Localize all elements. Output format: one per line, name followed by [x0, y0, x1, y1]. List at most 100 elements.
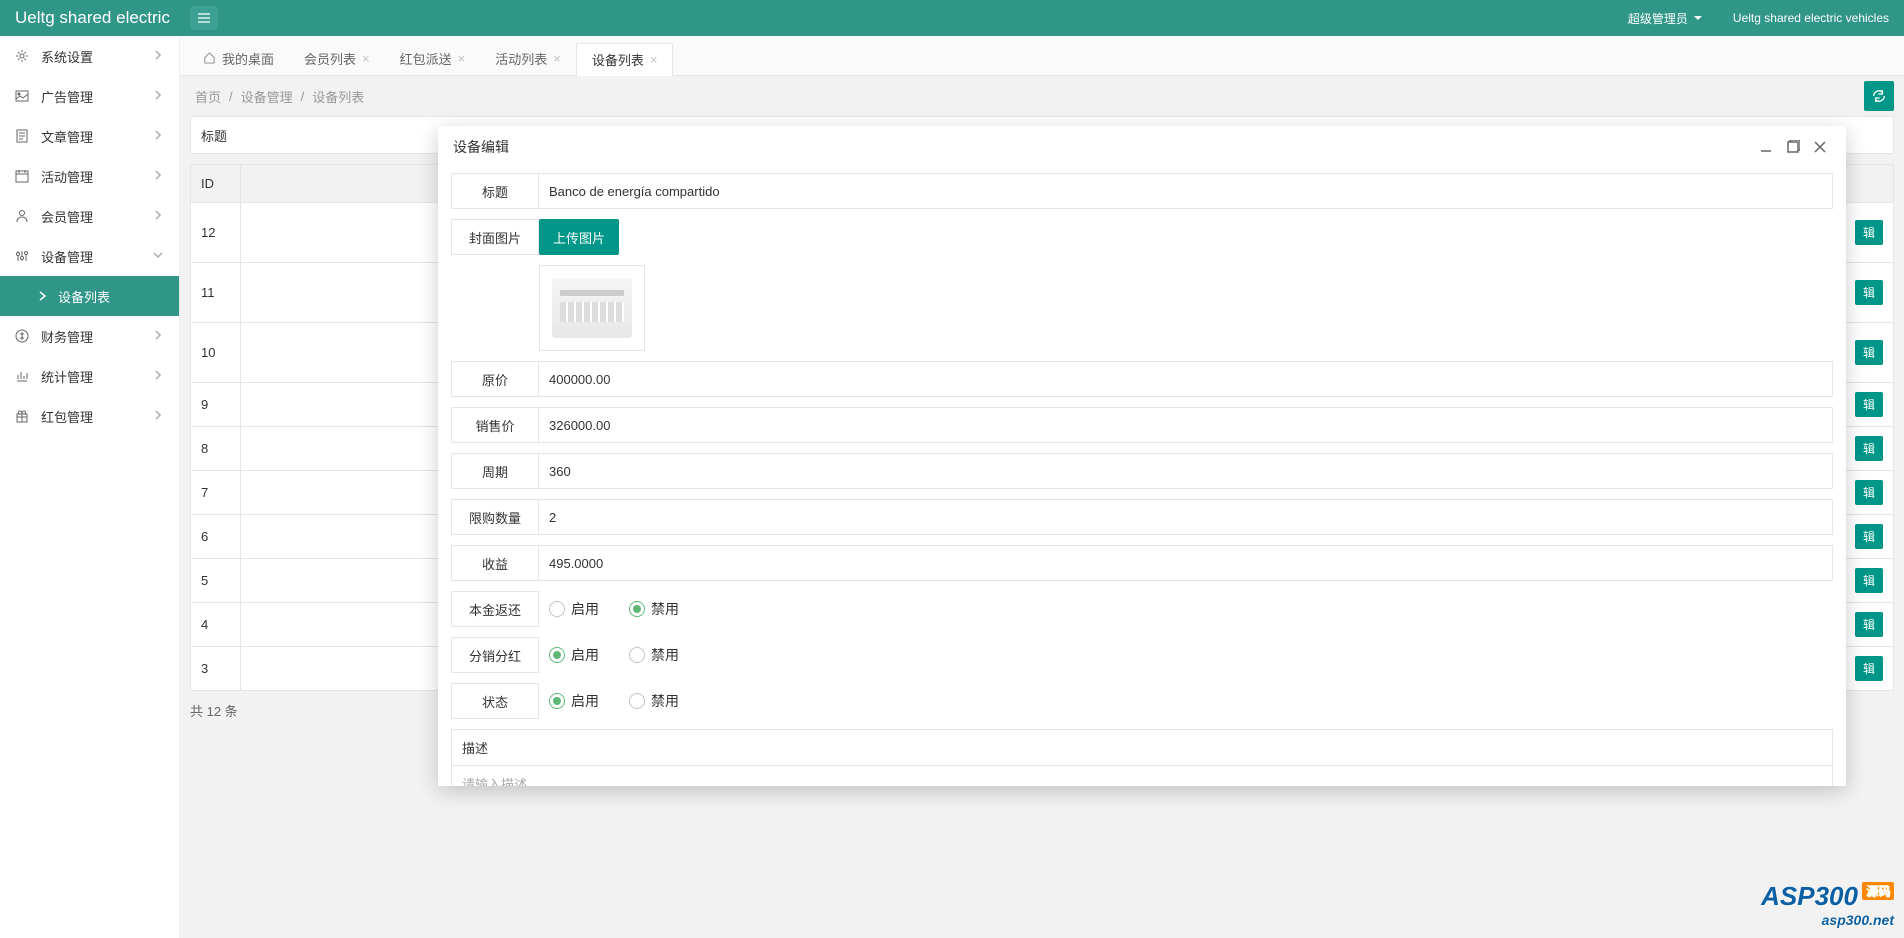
sidebar-item-7[interactable]: 统计管理: [0, 356, 179, 396]
label-dividend: 分销分红: [451, 637, 539, 673]
modal-minimize-button[interactable]: [1755, 136, 1777, 158]
modal-close-button[interactable]: [1809, 136, 1831, 158]
header-suffix: Ueltg shared electric vehicles: [1733, 11, 1889, 25]
chevron-icon: [152, 329, 164, 344]
label-title: 标题: [451, 173, 539, 209]
caret-down-icon: [1693, 13, 1703, 23]
chevron-icon: [152, 169, 164, 184]
input-limit[interactable]: [539, 499, 1833, 535]
input-sale[interactable]: [539, 407, 1833, 443]
content-area: 我的桌面会员列表×红包派送×活动列表×设备列表× 首页 / 设备管理 / 设备列…: [180, 36, 1904, 938]
edit-button[interactable]: 辑: [1855, 280, 1883, 305]
sidebar-item-4[interactable]: 会员管理: [0, 196, 179, 236]
sidebar-item-1[interactable]: 广告管理: [0, 76, 179, 116]
description-label: 描述: [452, 730, 1832, 766]
sidebar-item-label: 统计管理: [41, 367, 93, 386]
close-tab-icon[interactable]: ×: [362, 51, 370, 66]
label-period: 周期: [451, 453, 539, 489]
maximize-icon: [1786, 140, 1800, 154]
chevron-icon: [152, 369, 164, 384]
tab-3[interactable]: 活动列表×: [480, 42, 576, 75]
chevron-icon: [152, 129, 164, 144]
sidebar-subitem-device-list[interactable]: 设备列表: [0, 276, 179, 316]
sidebar-item-label: 设备管理: [41, 247, 93, 266]
edit-button[interactable]: 辑: [1855, 524, 1883, 549]
hamburger-icon: [196, 10, 212, 26]
edit-button[interactable]: 辑: [1855, 656, 1883, 681]
tab-2[interactable]: 红包派送×: [385, 42, 481, 75]
chevron-icon: [152, 209, 164, 224]
cover-preview[interactable]: [539, 265, 645, 351]
edit-button[interactable]: 辑: [1855, 480, 1883, 505]
brand-title: Ueltg shared electric: [15, 8, 170, 28]
sidebar-item-6[interactable]: 财务管理: [0, 316, 179, 356]
tab-label: 会员列表: [304, 49, 356, 68]
tab-label: 设备列表: [592, 50, 644, 69]
description-box: 描述: [451, 729, 1833, 786]
input-price[interactable]: [539, 361, 1833, 397]
edit-button[interactable]: 辑: [1855, 340, 1883, 365]
label-cover: 封面图片: [451, 219, 539, 255]
image-icon: [15, 89, 31, 103]
table-cell-id: 10: [191, 323, 241, 383]
edit-button[interactable]: 辑: [1855, 392, 1883, 417]
refresh-button[interactable]: [1864, 81, 1894, 111]
breadcrumb-home[interactable]: 首页: [195, 87, 221, 106]
chart-icon: [15, 369, 31, 383]
sidebar-item-label: 活动管理: [41, 167, 93, 186]
label-income: 收益: [451, 545, 539, 581]
tab-1[interactable]: 会员列表 ×: [289, 42, 385, 75]
radio-status-enable[interactable]: 启用: [549, 691, 599, 711]
sidebar-item-label: 红包管理: [41, 407, 93, 426]
sidebar-item-label: 文章管理: [41, 127, 93, 146]
upload-image-button[interactable]: 上传图片: [539, 219, 619, 255]
chevron-icon: [152, 249, 164, 264]
breadcrumb-mid[interactable]: 设备管理: [241, 87, 293, 106]
close-tab-icon[interactable]: ×: [650, 52, 658, 67]
radio-return-enable[interactable]: 启用: [549, 599, 599, 619]
table-cell-id: 12: [191, 203, 241, 263]
radio-return-disable[interactable]: 禁用: [629, 599, 679, 619]
sidebar-item-label: 会员管理: [41, 207, 93, 226]
coin-icon: [15, 329, 31, 343]
edit-button[interactable]: 辑: [1855, 436, 1883, 461]
sidebar: 系统设置 广告管理 文章管理 活动管理 会员管理 设备管理: [0, 36, 180, 938]
radio-status-disable[interactable]: 禁用: [629, 691, 679, 711]
description-textarea[interactable]: [452, 766, 1832, 786]
table-cell-id: 8: [191, 427, 241, 471]
close-tab-icon[interactable]: ×: [553, 51, 561, 66]
table-cell-id: 7: [191, 471, 241, 515]
header: Ueltg shared electric 超级管理员 Ueltg shared…: [0, 0, 1904, 36]
sidebar-item-2[interactable]: 文章管理: [0, 116, 179, 156]
user-dropdown[interactable]: 超级管理员: [1628, 10, 1703, 27]
modal-maximize-button[interactable]: [1782, 136, 1804, 158]
sidebar-item-3[interactable]: 活动管理: [0, 156, 179, 196]
radio-dividend-enable[interactable]: 启用: [549, 645, 599, 665]
close-tab-icon[interactable]: ×: [458, 51, 466, 66]
table-cell-id: 3: [191, 647, 241, 691]
sidebar-item-8[interactable]: 红包管理: [0, 396, 179, 436]
radio-dividend-disable[interactable]: 禁用: [629, 645, 679, 665]
sliders-icon: [15, 249, 31, 263]
gift-icon: [15, 409, 31, 423]
input-title[interactable]: [539, 173, 1833, 209]
tab-label: 我的桌面: [222, 49, 274, 68]
input-period[interactable]: [539, 453, 1833, 489]
table-cell-id: 4: [191, 603, 241, 647]
tab-0[interactable]: 我的桌面: [188, 42, 289, 75]
tab-4[interactable]: 设备列表 ×: [576, 43, 674, 76]
minimize-icon: [1759, 140, 1773, 154]
sidebar-item-0[interactable]: 系统设置: [0, 36, 179, 76]
edit-button[interactable]: 辑: [1855, 220, 1883, 245]
chevron-icon: [152, 49, 164, 64]
device-thumbnail-icon: [552, 278, 632, 338]
label-price: 原价: [451, 361, 539, 397]
menu-toggle-button[interactable]: [190, 6, 218, 30]
close-icon: [1813, 140, 1827, 154]
input-income[interactable]: [539, 545, 1833, 581]
edit-button[interactable]: 辑: [1855, 568, 1883, 593]
file-icon: [15, 129, 31, 143]
sidebar-item-5[interactable]: 设备管理: [0, 236, 179, 276]
edit-button[interactable]: 辑: [1855, 612, 1883, 637]
chevron-icon: [152, 89, 164, 104]
